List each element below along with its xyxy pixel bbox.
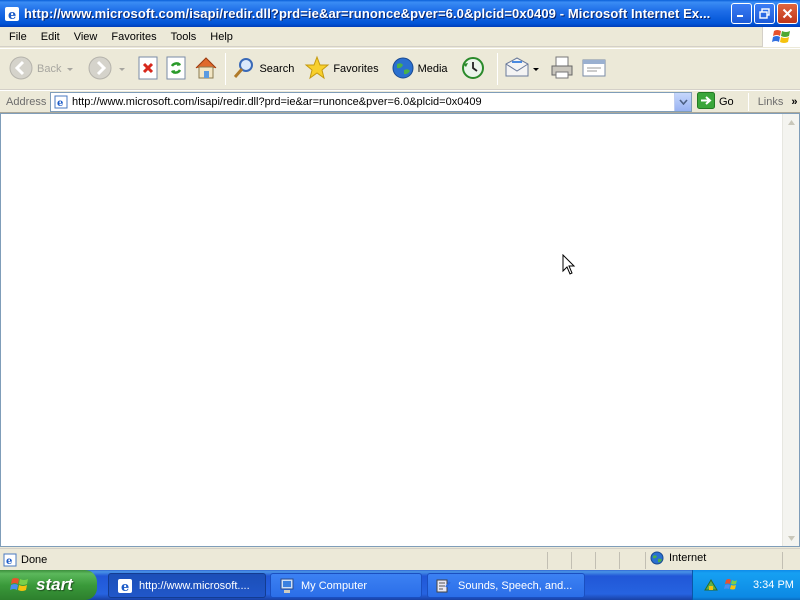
taskbar-item-label: Sounds, Speech, and... — [458, 579, 573, 592]
menu-help[interactable]: Help — [203, 28, 240, 46]
edit-icon — [581, 56, 607, 83]
scroll-down-button[interactable] — [783, 530, 799, 546]
status-text: Done — [21, 553, 48, 566]
standard-toolbar: Back Search Favorites Media — [0, 48, 800, 90]
search-label: Search — [259, 63, 295, 75]
address-bar: Address e http://www.microsoft.com/isapi… — [0, 90, 800, 113]
system-tray: 3:34 PM — [692, 570, 800, 600]
security-alert-icon[interactable] — [723, 577, 739, 593]
taskbar-item-my-computer[interactable]: My Computer — [270, 573, 422, 598]
forward-dropdown-icon[interactable] — [119, 67, 126, 71]
svg-text:e: e — [57, 98, 63, 109]
go-label: Go — [719, 95, 734, 108]
mouse-cursor-icon — [562, 253, 576, 276]
back-button[interactable]: Back — [5, 51, 76, 87]
toolbar-separator — [496, 53, 498, 85]
page-icon: e — [54, 95, 68, 109]
taskbar-item-label: My Computer — [301, 579, 368, 592]
start-label: start — [36, 575, 73, 594]
mail-icon — [504, 56, 530, 83]
back-dropdown-icon[interactable] — [67, 67, 74, 71]
status-pane — [547, 552, 548, 569]
window-title: http://www.microsoft.com/isapi/redir.dll… — [24, 6, 711, 21]
menu-favorites[interactable]: Favorites — [104, 28, 163, 46]
mail-dropdown-icon[interactable] — [532, 67, 539, 71]
status-bar: e Done Internet — [0, 548, 800, 570]
home-icon — [193, 55, 219, 84]
refresh-icon — [165, 56, 187, 83]
windows-logo-icon — [762, 27, 800, 47]
status-pane — [645, 552, 646, 569]
back-label: Back — [37, 63, 62, 75]
back-arrow-icon — [8, 55, 34, 84]
address-dropdown-button[interactable] — [674, 92, 691, 111]
address-input[interactable]: e http://www.microsoft.com/isapi/redir.d… — [50, 91, 692, 112]
ie-icon: e — [117, 578, 133, 594]
minimize-button[interactable] — [731, 3, 752, 24]
clock[interactable]: 3:34 PM — [753, 579, 794, 591]
forward-arrow-icon — [87, 55, 113, 84]
search-icon — [232, 56, 256, 83]
title-bar[interactable]: e http://www.microsoft.com/isapi/redir.d… — [0, 0, 800, 27]
menu-bar: File Edit View Favorites Tools Help — [0, 27, 800, 47]
windows-flag-icon — [10, 576, 30, 594]
links-label[interactable]: Links — [758, 96, 784, 108]
menu-tools[interactable]: Tools — [164, 28, 204, 46]
address-label: Address — [6, 95, 47, 108]
restore-button[interactable] — [754, 3, 775, 24]
page-done-icon: e — [3, 553, 17, 567]
star-icon — [304, 55, 330, 84]
taskbar-item-sounds[interactable]: Sounds, Speech, and... — [427, 573, 585, 598]
menu-file[interactable]: File — [0, 28, 34, 46]
go-button[interactable]: Go — [697, 91, 734, 112]
toolbar-separator — [225, 53, 227, 85]
scroll-up-button[interactable] — [783, 114, 799, 130]
media-globe-icon — [391, 56, 415, 83]
menu-edit[interactable]: Edit — [34, 28, 67, 46]
page-content[interactable] — [0, 113, 800, 547]
favorites-label: Favorites — [333, 63, 379, 75]
svg-text:e: e — [6, 556, 12, 567]
history-icon — [460, 55, 486, 84]
forward-button[interactable] — [84, 51, 128, 87]
svg-text:e: e — [121, 580, 129, 594]
stop-button[interactable] — [134, 51, 162, 87]
close-button[interactable] — [777, 3, 798, 24]
taskbar-item-label: http://www.microsoft.... — [139, 579, 250, 592]
stop-icon — [137, 56, 159, 83]
edit-button[interactable] — [578, 51, 610, 87]
taskbar-item-ie[interactable]: e http://www.microsoft.... — [108, 573, 266, 598]
vertical-scrollbar[interactable] — [782, 114, 799, 546]
mail-button[interactable] — [501, 51, 542, 87]
media-label: Media — [417, 63, 448, 75]
status-pane — [619, 552, 620, 569]
security-zone[interactable]: Internet — [650, 551, 706, 565]
address-url: http://www.microsoft.com/isapi/redir.dll… — [72, 95, 482, 108]
media-button[interactable]: Media — [388, 51, 451, 87]
go-arrow-icon — [697, 91, 715, 112]
search-button[interactable]: Search — [229, 51, 297, 87]
history-button[interactable] — [457, 51, 489, 87]
status-pane — [571, 552, 572, 569]
svg-text:e: e — [8, 8, 16, 22]
ie-icon: e — [4, 6, 20, 23]
print-button[interactable] — [546, 51, 578, 87]
start-button[interactable]: start — [0, 570, 97, 600]
favorites-button[interactable]: Favorites — [301, 51, 381, 87]
computer-icon — [279, 578, 295, 594]
home-button[interactable] — [190, 51, 222, 87]
links-separator — [747, 92, 749, 111]
chevron-right-icon[interactable]: » — [791, 96, 797, 108]
status-pane — [595, 552, 596, 569]
menu-view[interactable]: View — [67, 28, 105, 46]
network-icon[interactable] — [703, 577, 719, 593]
sounds-speech-icon — [436, 578, 452, 594]
refresh-button[interactable] — [162, 51, 190, 87]
print-icon — [549, 55, 575, 84]
taskbar: start e http://www.microsoft.... My Comp… — [0, 570, 800, 600]
status-pane — [782, 552, 783, 569]
zone-label: Internet — [669, 552, 707, 564]
internet-globe-icon — [650, 551, 664, 565]
